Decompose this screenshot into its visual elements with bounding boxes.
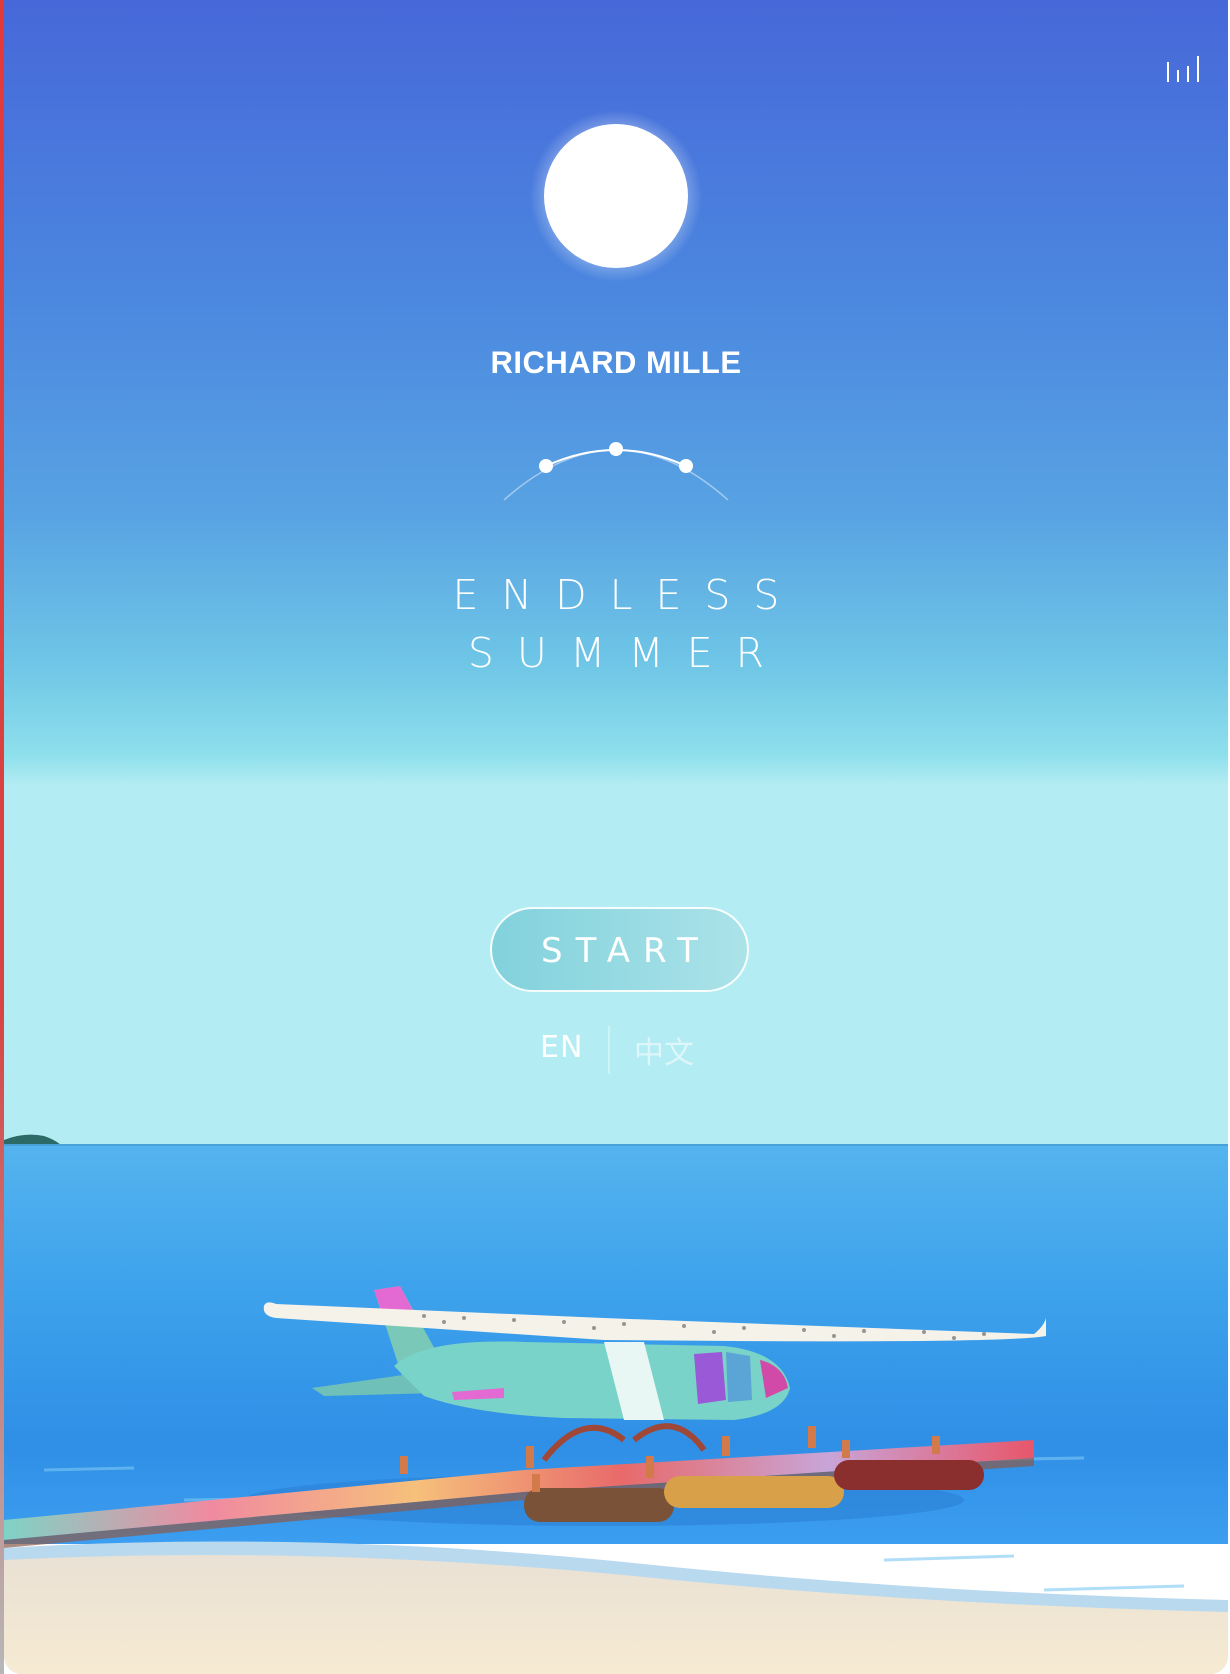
- beach-scene-illustration: [4, 0, 1228, 1674]
- start-button[interactable]: START: [490, 907, 749, 992]
- brand-logo: RICHARD MILLE: [490, 344, 742, 381]
- language-option-zh[interactable]: 中文: [634, 1028, 694, 1072]
- language-selector: EN 中文: [504, 1022, 734, 1074]
- sound-toggle-button[interactable]: [1164, 52, 1204, 86]
- language-divider: [608, 1026, 610, 1074]
- sound-bars-icon: [1167, 56, 1199, 82]
- language-option-en[interactable]: EN: [540, 1030, 583, 1065]
- title-line-2: SUMMER: [467, 629, 788, 677]
- scene-frame: RICHARD MILLE ENDLESS SUMMER START EN 中文: [4, 0, 1228, 1674]
- app-screen: RICHARD MILLE ENDLESS SUMMER START EN 中文: [0, 0, 1230, 1674]
- title-line-1: ENDLESS: [452, 571, 803, 619]
- experience-title: ENDLESS SUMMER: [4, 566, 1228, 682]
- arc-dots-emblem: [503, 442, 729, 501]
